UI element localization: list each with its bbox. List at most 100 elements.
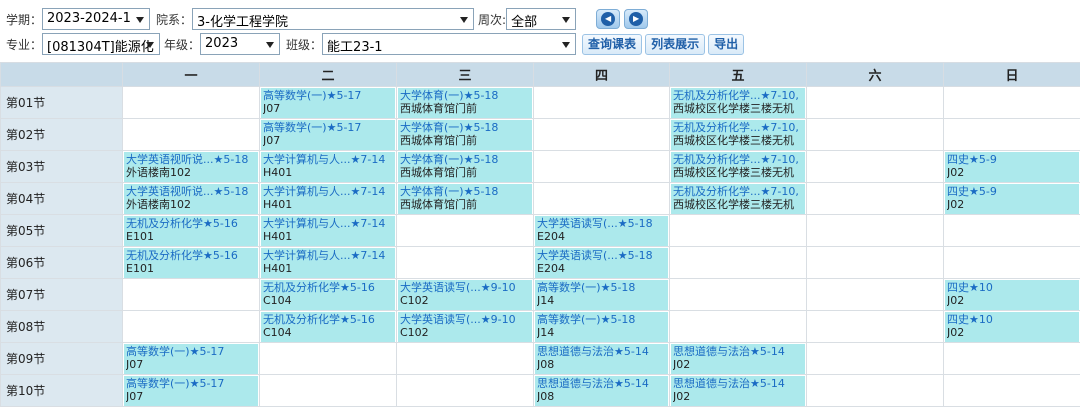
course-block[interactable]: 高等数学(一)★5-18 J14 (535, 311, 668, 342)
course-block[interactable]: 大学英语读写(...★9-10 C102 (398, 279, 532, 310)
dept-select[interactable]: 3-化学工程学院 (192, 8, 475, 30)
next-week-button[interactable]: ▶ (624, 9, 649, 29)
course-block[interactable]: 思想道德与法治★5-14 J02 (671, 343, 805, 374)
course-name-link[interactable]: 大学计算机与人...★7-14 (263, 217, 392, 230)
course-name-link[interactable]: 大学计算机与人...★7-14 (263, 185, 392, 198)
course-name-link[interactable]: 无机及分析化学★5-16 (263, 281, 392, 294)
course-location: J14 (537, 293, 555, 307)
course-name-link[interactable]: 四史★10 (947, 313, 1076, 326)
course-name-link[interactable]: 无机及分析化学...★7-10, (673, 153, 802, 166)
course-name-link[interactable]: 高等数学(一)★5-17 (263, 121, 392, 134)
course-block[interactable]: 高等数学(一)★5-17 J07 (261, 87, 395, 118)
schedule-cell: 高等数学(一)★5-18 J14 (533, 278, 670, 311)
course-location: E101 (126, 229, 154, 243)
course-block[interactable]: 高等数学(一)★5-17 J07 (124, 375, 258, 406)
course-block[interactable]: 四史★10 J02 (945, 279, 1079, 310)
course-block[interactable]: 无机及分析化学★5-16 C104 (261, 311, 395, 342)
period-label: 第03节 (0, 150, 123, 183)
course-name-link[interactable]: 大学体育(一)★5-18 (400, 153, 529, 166)
course-block[interactable]: 高等数学(一)★5-17 J07 (124, 343, 258, 374)
course-name-link[interactable]: 无机及分析化学★5-16 (126, 249, 255, 262)
course-name-link[interactable]: 四史★10 (947, 281, 1076, 294)
course-name-link[interactable]: 大学体育(一)★5-18 (400, 89, 529, 102)
course-location: 西城体育馆门前 (400, 101, 477, 115)
course-name-link[interactable]: 高等数学(一)★5-17 (263, 89, 392, 102)
table-row: 第03节 大学英语视听说...★5-18 外语楼南102 大学计算机与人...★7-1… (0, 150, 1080, 183)
course-name-link[interactable]: 高等数学(一)★5-18 (537, 281, 665, 294)
schedule-cell: 大学英语读写(...★9-10 C102 (396, 310, 534, 343)
course-block[interactable]: 四史★5-9 J02 (945, 183, 1079, 214)
course-name-link[interactable]: 大学计算机与人...★7-14 (263, 153, 392, 166)
course-block[interactable]: 大学英语视听说...★5-18 外语楼南102 (124, 151, 258, 182)
course-block[interactable]: 大学计算机与人...★7-14 H401 (261, 247, 395, 278)
course-block[interactable]: 大学计算机与人...★7-14 H401 (261, 215, 395, 246)
course-name-link[interactable]: 无机及分析化学★5-16 (263, 313, 392, 326)
course-name-link[interactable]: 思想道德与法治★5-14 (537, 377, 665, 390)
course-name-link[interactable]: 大学计算机与人...★7-14 (263, 249, 392, 262)
course-name-link[interactable]: 无机及分析化学...★7-10, (673, 89, 802, 102)
schedule-cell (669, 310, 807, 343)
day-header: 一 (122, 62, 260, 87)
day-header: 四 (533, 62, 670, 87)
course-name-link[interactable]: 大学英语视听说...★5-18 (126, 153, 255, 166)
course-block[interactable]: 四史★10 J02 (945, 311, 1079, 342)
class-select[interactable]: 能工23-1 (322, 33, 577, 55)
course-block[interactable]: 无机及分析化学★5-16 C104 (261, 279, 395, 310)
course-block[interactable]: 思想道德与法治★5-14 J02 (671, 375, 805, 406)
schedule-cell: 高等数学(一)★5-17 J07 (122, 342, 260, 375)
course-block[interactable]: 大学计算机与人...★7-14 H401 (261, 183, 395, 214)
course-name-link[interactable]: 大学体育(一)★5-18 (400, 185, 529, 198)
course-name-link[interactable]: 大学英语读写(...★5-18 (537, 217, 665, 230)
course-block[interactable]: 高等数学(一)★5-18 J14 (535, 279, 668, 310)
query-schedule-button[interactable]: 查询课表 (582, 33, 643, 55)
course-location: 外语楼南102 (126, 197, 191, 211)
schedule-cell: 无机及分析化学...★7-10, 西城校区化学楼三楼无机 (669, 150, 807, 183)
list-view-button[interactable]: 列表展示 (645, 33, 706, 55)
course-block[interactable]: 无机及分析化学...★7-10, 西城校区化学楼三楼无机 (671, 87, 805, 118)
course-name-link[interactable]: 大学体育(一)★5-18 (400, 121, 529, 134)
course-name-link[interactable]: 大学英语读写(...★9-10 (400, 313, 529, 326)
chevron-down-icon (146, 42, 155, 48)
export-button[interactable]: 导出 (708, 33, 745, 55)
week-select-value: 全部 (511, 15, 538, 30)
course-name-link[interactable]: 大学英语读写(...★9-10 (400, 281, 529, 294)
major-select[interactable]: [081304T]能源化 (42, 33, 161, 55)
week-select[interactable]: 全部 (506, 8, 577, 30)
course-block[interactable]: 大学英语读写(...★5-18 E204 (535, 247, 668, 278)
course-block[interactable]: 无机及分析化学...★7-10, 西城校区化学楼三楼无机 (671, 151, 805, 182)
course-block[interactable]: 大学体育(一)★5-18 西城体育馆门前 (398, 151, 532, 182)
course-block[interactable]: 大学体育(一)★5-18 西城体育馆门前 (398, 87, 532, 118)
schedule-cell (669, 246, 807, 279)
course-block[interactable]: 大学英语视听说...★5-18 外语楼南102 (124, 183, 258, 214)
course-name-link[interactable]: 大学英语视听说...★5-18 (126, 185, 255, 198)
course-block[interactable]: 无机及分析化学...★7-10, 西城校区化学楼三楼无机 (671, 119, 805, 150)
course-name-link[interactable]: 思想道德与法治★5-14 (537, 345, 665, 358)
course-name-link[interactable]: 高等数学(一)★5-17 (126, 345, 255, 358)
course-name-link[interactable]: 高等数学(一)★5-18 (537, 313, 665, 326)
grade-select[interactable]: 2023 (200, 33, 281, 55)
prev-week-button[interactable]: ◀ (596, 9, 621, 29)
course-name-link[interactable]: 思想道德与法治★5-14 (673, 345, 802, 358)
term-select[interactable]: 2023-2024-1 (42, 8, 151, 30)
course-block[interactable]: 高等数学(一)★5-17 J07 (261, 119, 395, 150)
course-block[interactable]: 大学体育(一)★5-18 西城体育馆门前 (398, 183, 532, 214)
course-block[interactable]: 思想道德与法治★5-14 J08 (535, 375, 668, 406)
course-block[interactable]: 无机及分析化学★5-16 E101 (124, 247, 258, 278)
course-block[interactable]: 无机及分析化学★5-16 E101 (124, 215, 258, 246)
course-name-link[interactable]: 高等数学(一)★5-17 (126, 377, 255, 390)
course-block[interactable]: 无机及分析化学...★7-10, 西城校区化学楼三楼无机 (671, 183, 805, 214)
course-name-link[interactable]: 大学英语读写(...★5-18 (537, 249, 665, 262)
course-name-link[interactable]: 无机及分析化学...★7-10, (673, 121, 802, 134)
course-name-link[interactable]: 思想道德与法治★5-14 (673, 377, 802, 390)
course-block[interactable]: 大学体育(一)★5-18 西城体育馆门前 (398, 119, 532, 150)
course-name-link[interactable]: 四史★5-9 (947, 153, 1076, 166)
course-name-link[interactable]: 无机及分析化学★5-16 (126, 217, 255, 230)
course-block[interactable]: 大学英语读写(...★5-18 E204 (535, 215, 668, 246)
course-block[interactable]: 大学计算机与人...★7-14 H401 (261, 151, 395, 182)
course-name-link[interactable]: 无机及分析化学...★7-10, (673, 185, 802, 198)
course-block[interactable]: 大学英语读写(...★9-10 C102 (398, 311, 532, 342)
course-name-link[interactable]: 四史★5-9 (947, 185, 1076, 198)
course-block[interactable]: 四史★5-9 J02 (945, 151, 1079, 182)
schedule-cell: 四史★10 J02 (943, 278, 1080, 311)
course-block[interactable]: 思想道德与法治★5-14 J08 (535, 343, 668, 374)
